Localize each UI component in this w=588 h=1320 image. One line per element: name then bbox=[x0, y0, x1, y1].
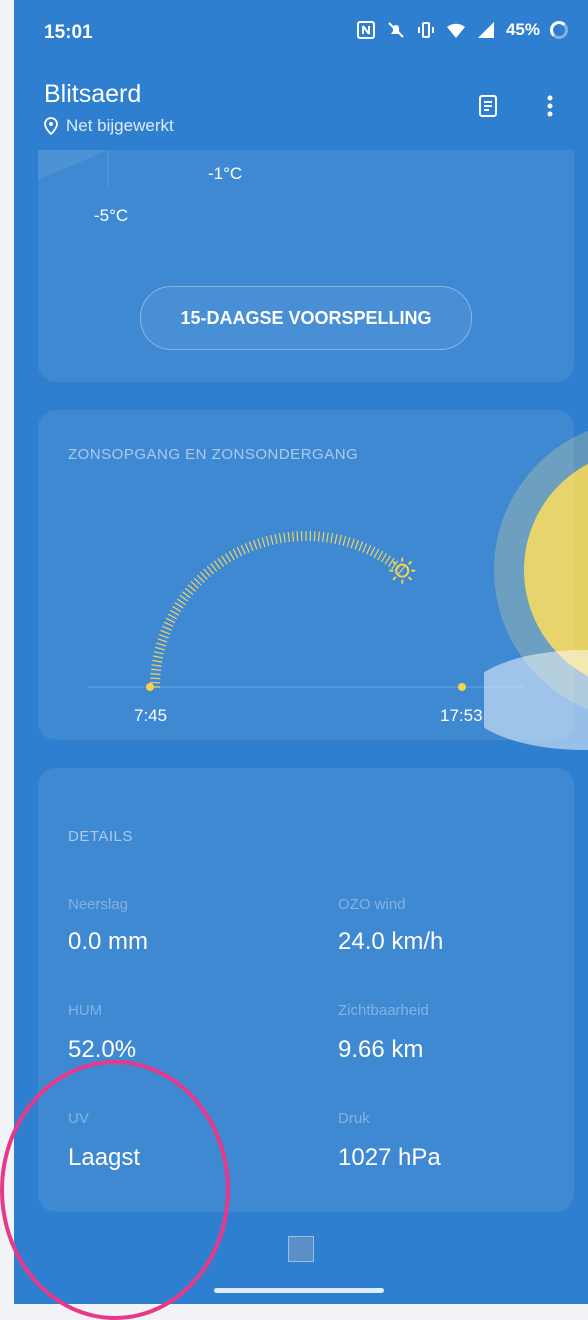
detail-value-precipitation: 0.0 mm bbox=[68, 928, 148, 956]
update-status-label: Net bijgewerkt bbox=[66, 116, 174, 136]
sunset-time: 17:53 bbox=[440, 706, 483, 726]
update-status: Net bijgewerkt bbox=[44, 116, 174, 136]
detail-value-pressure: 1027 hPa bbox=[338, 1144, 441, 1172]
battery-percent: 45% bbox=[506, 20, 540, 40]
detail-value-wind: 24.0 km/h bbox=[338, 928, 443, 956]
15-day-forecast-button[interactable]: 15-DAAGSE VOORSPELLING bbox=[140, 286, 472, 350]
sunrise-sunset-card: ZONSOPGANG EN ZONSONDERGANG 7:45 17:53 bbox=[38, 410, 574, 740]
temp-low-label: -5°C bbox=[94, 206, 128, 226]
details-title: DETAILS bbox=[68, 828, 133, 845]
vibrate-icon bbox=[416, 20, 436, 40]
highlight-annotation-circle bbox=[0, 1060, 230, 1320]
status-icons: 45% bbox=[356, 20, 568, 40]
status-time: 15:01 bbox=[44, 22, 93, 44]
location-pin-icon bbox=[44, 117, 58, 135]
sun-arc-ticks bbox=[150, 531, 405, 687]
status-bar: 15:01 45% bbox=[14, 0, 588, 70]
battery-icon bbox=[550, 21, 568, 39]
nfc-icon bbox=[356, 20, 376, 40]
temp-high-label: -1°C bbox=[208, 164, 242, 184]
sunrise-dot bbox=[146, 683, 154, 691]
weather-channel-logo[interactable] bbox=[288, 1236, 314, 1262]
app-header: Blitsaerd Net bijgewerkt bbox=[14, 76, 588, 146]
detail-value-visibility: 9.66 km bbox=[338, 1036, 423, 1064]
city-name[interactable]: Blitsaerd bbox=[44, 80, 141, 109]
more-vert-icon bbox=[546, 94, 554, 118]
sunset-dot bbox=[458, 683, 466, 691]
news-button[interactable] bbox=[472, 90, 504, 122]
detail-label-pressure: Druk bbox=[338, 1110, 370, 1127]
more-options-button[interactable] bbox=[534, 90, 566, 122]
sunrise-time: 7:45 bbox=[134, 706, 167, 726]
temp-graph-fragment bbox=[38, 150, 574, 190]
signal-icon bbox=[476, 20, 496, 40]
sun-icon bbox=[389, 558, 415, 584]
detail-label-visibility: Zichtbaarheid bbox=[338, 1002, 429, 1019]
forecast-card: -1°C -5°C 15-DAAGSE VOORSPELLING bbox=[38, 150, 574, 382]
detail-label-humidity: HUM bbox=[68, 1002, 102, 1019]
sun-arc-graph bbox=[38, 410, 574, 740]
wifi-icon bbox=[446, 20, 466, 40]
detail-label-wind: OZO wind bbox=[338, 896, 406, 913]
news-icon bbox=[478, 94, 498, 118]
detail-label-precipitation: Neerslag bbox=[68, 896, 128, 913]
mute-icon bbox=[386, 20, 406, 40]
home-indicator[interactable] bbox=[214, 1288, 384, 1293]
